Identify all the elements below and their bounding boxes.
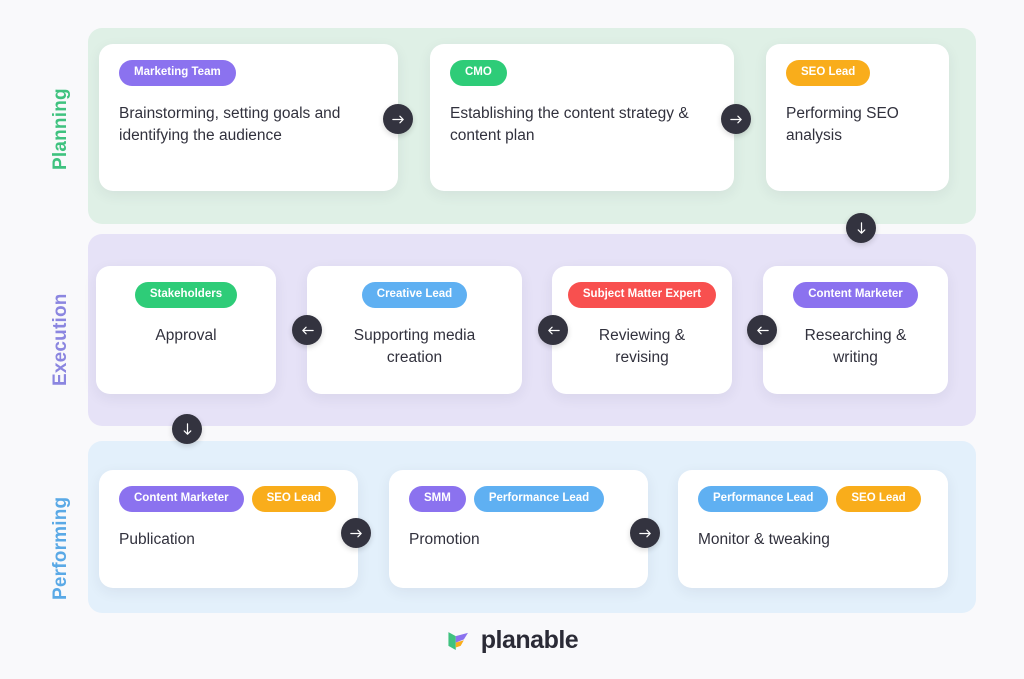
badge-group: Performance Lead SEO Lead xyxy=(698,486,928,512)
card-description: Reviewing & revising xyxy=(598,326,686,366)
role-badge[interactable]: Subject Matter Expert xyxy=(567,282,717,308)
brand-name: planable xyxy=(480,626,579,654)
planning-to-execution-arrow[interactable] xyxy=(846,213,876,243)
performing-card-1[interactable]: Content Marketer SEO Lead Publication xyxy=(99,470,358,588)
card-description: Publication xyxy=(119,530,195,548)
stage-label-planning: Planning xyxy=(50,88,71,170)
execution-arrow-2[interactable] xyxy=(538,315,568,345)
role-badge[interactable]: Stakeholders xyxy=(134,282,238,308)
badge-group: Creative Lead xyxy=(327,282,502,308)
performing-card-2[interactable]: SMM Performance Lead Promotion xyxy=(389,470,648,588)
execution-card-2[interactable]: Creative Lead Supporting media creation xyxy=(307,266,522,394)
badge-group: Subject Matter Expert xyxy=(567,282,717,308)
planning-arrow-1[interactable] xyxy=(383,104,413,134)
role-badge[interactable]: Creative Lead xyxy=(361,282,468,308)
planning-card-3[interactable]: SEO Lead Performing SEO analysis xyxy=(766,44,949,191)
badge-group: SEO Lead xyxy=(786,60,929,86)
performing-arrow-2[interactable] xyxy=(630,518,660,548)
role-badge[interactable]: Performance Lead xyxy=(473,486,605,512)
badge-group: Content Marketer SEO Lead xyxy=(119,486,338,512)
role-badge[interactable]: Content Marketer xyxy=(119,486,244,512)
execution-arrow-3[interactable] xyxy=(747,315,777,345)
stage-label-execution: Execution xyxy=(50,293,71,386)
execution-card-4[interactable]: Content Marketer Researching & writing xyxy=(763,266,948,394)
card-description: Brainstorming, setting goals and identif… xyxy=(119,104,341,144)
badge-group: Marketing Team xyxy=(119,60,378,86)
footer-brand: planable xyxy=(0,626,1024,655)
role-badge[interactable]: SEO Lead xyxy=(251,486,336,512)
card-description: Researching & writing xyxy=(804,326,907,366)
role-badge[interactable]: Performance Lead xyxy=(698,486,829,512)
badge-group: Content Marketer xyxy=(783,282,928,308)
planning-card-2[interactable]: CMO Establishing the content strategy & … xyxy=(430,44,734,191)
badge-group: CMO xyxy=(450,60,714,86)
badge-group: SMM Performance Lead xyxy=(409,486,628,512)
card-description: Promotion xyxy=(409,530,480,548)
badge-group: Stakeholders xyxy=(116,282,256,308)
role-badge[interactable]: SMM xyxy=(409,486,466,512)
role-badge[interactable]: CMO xyxy=(450,60,507,86)
role-badge[interactable]: SEO Lead xyxy=(786,60,871,86)
role-badge[interactable]: Marketing Team xyxy=(119,60,236,86)
planning-arrow-2[interactable] xyxy=(721,104,751,134)
card-description: Establishing the content strategy & cont… xyxy=(450,104,689,144)
role-badge[interactable]: SEO Lead xyxy=(836,486,921,512)
card-description: Approval xyxy=(155,326,217,344)
card-description: Supporting media creation xyxy=(353,326,476,366)
workflow-diagram: Planning Execution Performing Marketing … xyxy=(0,0,1024,679)
performing-arrow-1[interactable] xyxy=(341,518,371,548)
planable-logo-icon xyxy=(448,631,468,650)
performing-card-3[interactable]: Performance Lead SEO Lead Monitor & twea… xyxy=(678,470,948,588)
execution-card-3[interactable]: Subject Matter Expert Reviewing & revisi… xyxy=(552,266,732,394)
planning-card-1[interactable]: Marketing Team Brainstorming, setting go… xyxy=(99,44,398,191)
role-badge[interactable]: Content Marketer xyxy=(793,282,918,308)
execution-arrow-1[interactable] xyxy=(292,315,322,345)
stage-label-performing: Performing xyxy=(50,496,71,600)
card-description: Performing SEO analysis xyxy=(786,104,899,144)
execution-card-1[interactable]: Stakeholders Approval xyxy=(96,266,276,394)
execution-to-performing-arrow[interactable] xyxy=(172,414,202,444)
card-description: Monitor & tweaking xyxy=(698,530,830,548)
